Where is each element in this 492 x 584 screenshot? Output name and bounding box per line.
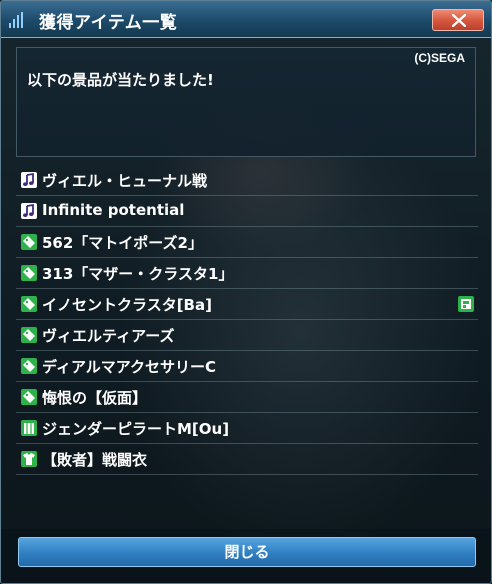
list-item[interactable]: 313「マザー・クラスタ1」 <box>16 258 478 289</box>
signal-bars-icon <box>9 12 23 28</box>
list-item[interactable]: ヴィエル・ヒューナル戦 <box>16 165 478 196</box>
list-item[interactable]: 562「マトイポーズ2」 <box>16 227 478 258</box>
result-message: 以下の景品が当たりました! <box>27 71 214 89</box>
item-list: ヴィエル・ヒューナル戦 Infinite potential 562「マトイポー… <box>16 165 478 475</box>
costume-icon <box>21 451 37 467</box>
item-label: Infinite potential <box>42 201 185 219</box>
new-item-icon <box>458 296 474 312</box>
close-window-button[interactable] <box>432 9 484 31</box>
item-label: ヴィエル・ヒューナル戦 <box>42 172 208 190</box>
list-item[interactable]: ヴィエルティアーズ <box>16 320 478 351</box>
list-item[interactable]: ジェンダーピラートM[Ou] <box>16 413 478 444</box>
list-item[interactable]: 【敗者】戦闘衣 <box>16 444 478 475</box>
footer-bar: 閉じる <box>1 529 491 583</box>
close-button[interactable]: 閉じる <box>18 537 476 567</box>
message-box: (C)SEGA 以下の景品が当たりました! <box>16 47 476 157</box>
copyright-text: (C)SEGA <box>414 51 465 65</box>
outfit-icon <box>21 420 37 436</box>
ticket-icon <box>21 234 37 250</box>
item-label: 【敗者】戦闘衣 <box>42 451 148 469</box>
ticket-icon <box>21 327 37 343</box>
item-label: 562「マトイポーズ2」 <box>42 234 203 252</box>
item-label: ヴィエルティアーズ <box>42 327 175 345</box>
ticket-icon <box>21 265 37 281</box>
item-label: 313「マザー・クラスタ1」 <box>42 265 234 283</box>
item-list-window: 獲得アイテム一覧 (C)SEGA 以下の景品が当たりました! ヴィエル・ヒューナ… <box>0 0 492 584</box>
title-bar: 獲得アイテム一覧 <box>1 1 491 38</box>
item-label: ジェンダーピラートM[Ou] <box>42 420 230 438</box>
ticket-icon <box>21 389 37 405</box>
list-item[interactable]: 悔恨の【仮面】 <box>16 382 478 413</box>
ticket-icon <box>21 296 37 312</box>
ticket-icon <box>21 358 37 374</box>
list-item[interactable]: イノセントクラスタ[Ba] <box>16 289 478 320</box>
list-item[interactable]: Infinite potential <box>16 196 478 227</box>
item-label: 悔恨の【仮面】 <box>42 389 148 407</box>
item-label: イノセントクラスタ[Ba] <box>42 296 212 314</box>
item-label: ディアルマアクセサリーC <box>42 358 217 376</box>
list-item[interactable]: ディアルマアクセサリーC <box>16 351 478 382</box>
music-note-icon <box>21 203 37 219</box>
close-x-icon <box>452 14 466 27</box>
window-title: 獲得アイテム一覧 <box>39 13 178 33</box>
music-note-icon <box>21 172 37 188</box>
